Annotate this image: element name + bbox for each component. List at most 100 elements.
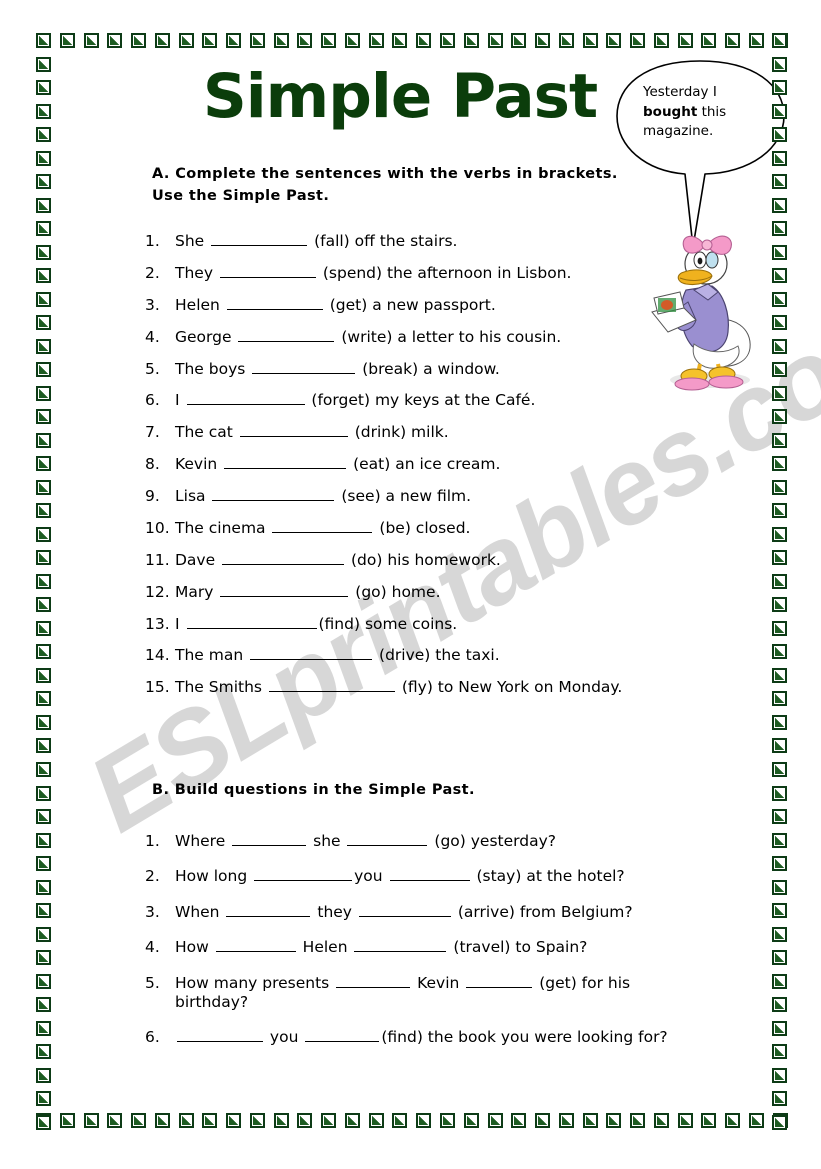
question-number: 14. bbox=[145, 646, 170, 665]
question-text: The boys (break) a window. bbox=[175, 359, 500, 378]
border-square bbox=[772, 644, 787, 660]
answer-blank[interactable] bbox=[220, 583, 349, 597]
answer-blank[interactable] bbox=[232, 832, 307, 846]
border-square bbox=[701, 33, 717, 48]
border-square bbox=[36, 550, 51, 566]
border-square bbox=[772, 691, 787, 707]
answer-blank[interactable] bbox=[177, 1028, 263, 1043]
border-square bbox=[772, 856, 787, 872]
answer-blank[interactable] bbox=[252, 360, 356, 374]
border-square bbox=[36, 56, 51, 72]
question-number: 4. bbox=[145, 938, 160, 957]
question-row: 13. I (find) some coins. bbox=[145, 615, 705, 634]
answer-blank[interactable] bbox=[305, 1028, 380, 1043]
question-text: She (fall) off the stairs. bbox=[175, 232, 458, 250]
answer-blank[interactable] bbox=[186, 615, 317, 629]
answer-blank[interactable] bbox=[186, 391, 305, 406]
border-square bbox=[36, 432, 51, 448]
border-square bbox=[368, 1113, 384, 1128]
answer-blank[interactable] bbox=[219, 264, 316, 278]
border-square bbox=[154, 1113, 170, 1128]
answer-blank[interactable] bbox=[336, 974, 411, 988]
question-number: 11. bbox=[145, 550, 170, 569]
border-square bbox=[772, 526, 787, 542]
question-row: 6. I (forget) my keys at the Café. bbox=[145, 391, 705, 410]
border-square bbox=[131, 1113, 147, 1128]
border-square bbox=[36, 832, 51, 848]
answer-blank[interactable] bbox=[250, 646, 373, 661]
border-square bbox=[772, 1020, 787, 1036]
border-square bbox=[653, 33, 669, 48]
border-square bbox=[273, 1113, 289, 1128]
border-square bbox=[677, 33, 693, 48]
border-square bbox=[772, 291, 787, 307]
answer-blank[interactable] bbox=[212, 487, 335, 501]
border-square bbox=[36, 197, 51, 213]
border-square bbox=[772, 550, 787, 566]
border-square bbox=[440, 33, 456, 48]
border-square bbox=[772, 268, 787, 284]
answer-blank[interactable] bbox=[226, 296, 323, 310]
answer-blank[interactable] bbox=[239, 423, 348, 438]
answer-blank[interactable] bbox=[222, 551, 345, 565]
question-number: 3. bbox=[145, 295, 160, 314]
border-square bbox=[606, 1113, 622, 1128]
border-square bbox=[36, 244, 51, 260]
question-number: 5. bbox=[145, 359, 160, 378]
answer-blank[interactable] bbox=[224, 455, 347, 470]
question-number: 13. bbox=[145, 614, 170, 633]
answer-blank[interactable] bbox=[358, 903, 451, 917]
answer-blank[interactable] bbox=[272, 519, 373, 533]
border-square bbox=[36, 409, 51, 425]
question-row: 9. Lisa (see) a new film. bbox=[145, 487, 705, 506]
border-square bbox=[772, 1044, 787, 1060]
border-square bbox=[535, 1113, 551, 1128]
border-square bbox=[36, 761, 51, 777]
border-square bbox=[772, 903, 787, 919]
border-square bbox=[511, 33, 527, 48]
border-square bbox=[772, 503, 787, 519]
worksheet-page: ESLprintables.com Simple Past Yesterday … bbox=[0, 0, 821, 1169]
border-square bbox=[772, 714, 787, 730]
border-square bbox=[36, 1114, 51, 1130]
border-square bbox=[83, 33, 99, 48]
answer-blank[interactable] bbox=[226, 903, 311, 917]
border-square bbox=[772, 244, 787, 260]
decorative-border-bottom bbox=[36, 1113, 788, 1128]
border-square bbox=[36, 268, 51, 284]
decorative-border-top bbox=[36, 33, 788, 48]
answer-blank[interactable] bbox=[354, 938, 447, 953]
answer-blank[interactable] bbox=[215, 938, 296, 953]
border-square bbox=[772, 432, 787, 448]
answer-blank[interactable] bbox=[389, 867, 470, 882]
question-number: 1. bbox=[145, 232, 160, 250]
answer-blank[interactable] bbox=[347, 832, 428, 846]
section-a-heading: A. Complete the sentences with the verbs… bbox=[152, 166, 618, 205]
border-square bbox=[36, 785, 51, 801]
border-square bbox=[36, 80, 51, 96]
border-square bbox=[59, 33, 75, 48]
answer-blank[interactable] bbox=[268, 678, 395, 693]
question-row: 6. you (find) the book you were looking … bbox=[145, 1028, 715, 1047]
border-square bbox=[558, 1113, 574, 1128]
border-square bbox=[36, 644, 51, 660]
bubble-line-2-rest: this bbox=[697, 103, 727, 120]
border-square bbox=[154, 33, 170, 48]
answer-blank[interactable] bbox=[238, 328, 335, 342]
border-square bbox=[772, 315, 787, 331]
answer-blank[interactable] bbox=[211, 232, 308, 246]
border-square bbox=[772, 879, 787, 895]
answer-blank[interactable] bbox=[254, 867, 353, 882]
border-square bbox=[748, 33, 764, 48]
question-number: 6. bbox=[145, 391, 160, 410]
border-square bbox=[725, 1113, 741, 1128]
border-square bbox=[36, 362, 51, 378]
border-square bbox=[725, 33, 741, 48]
question-text: George (write) a letter to his cousin. bbox=[175, 327, 562, 346]
border-square bbox=[463, 33, 479, 48]
border-square bbox=[772, 738, 787, 754]
answer-blank[interactable] bbox=[466, 974, 533, 988]
border-square bbox=[226, 1113, 242, 1128]
question-row: 5. How many presents Kevin (get) for his b… bbox=[145, 974, 715, 1013]
speech-bubble: Yesterday I bought this magazine. bbox=[613, 57, 788, 252]
